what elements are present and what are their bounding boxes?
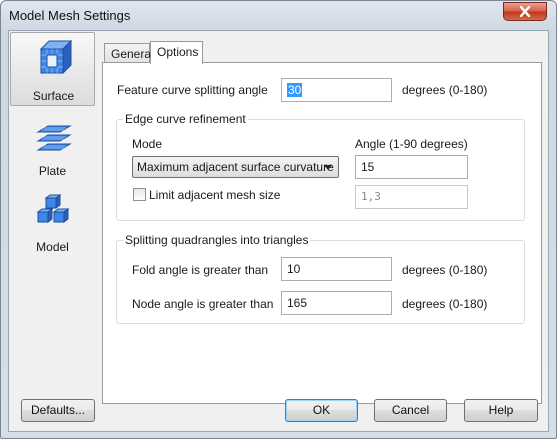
- node-angle-label: Node angle is greater than: [132, 297, 274, 311]
- tab-general[interactable]: General: [104, 43, 154, 64]
- limit-mesh-size-label: Limit adjacent mesh size: [149, 188, 281, 202]
- limit-mesh-size-input[interactable]: 1,3: [355, 185, 468, 209]
- cancel-button[interactable]: Cancel: [374, 399, 447, 422]
- plate-mesh-icon: [36, 122, 72, 158]
- angle-label: Angle (1-90 degrees): [355, 137, 468, 151]
- surface-mesh-icon: [37, 39, 73, 75]
- nav-label-plate: Plate: [38, 164, 67, 178]
- feature-curve-angle-input[interactable]: 30: [281, 78, 392, 102]
- help-button[interactable]: Help: [464, 399, 538, 422]
- fold-angle-label: Fold angle is greater than: [132, 263, 269, 277]
- mode-select[interactable]: Maximum adjacent surface curvature: [132, 156, 339, 178]
- mode-label: Mode: [132, 137, 163, 151]
- fold-angle-units: degrees (0-180): [402, 263, 488, 277]
- mode-select-value: Maximum adjacent surface curvature: [137, 160, 334, 174]
- splitting-title: Splitting quadrangles into triangles: [123, 233, 311, 247]
- nav-item-model[interactable]: Model: [10, 186, 95, 260]
- close-icon: [519, 6, 531, 17]
- limit-mesh-size-checkbox[interactable]: [133, 188, 146, 201]
- feature-curve-label: Feature curve splitting angle: [117, 83, 268, 97]
- feature-curve-units: degrees (0-180): [402, 83, 488, 97]
- dialog-body: Surface Plate Model General Options Feat…: [8, 30, 549, 432]
- ok-button[interactable]: OK: [285, 399, 358, 422]
- window-title: Model Mesh Settings: [9, 8, 131, 23]
- title-bar[interactable]: Model Mesh Settings: [1, 1, 556, 30]
- tab-options[interactable]: Options: [150, 41, 203, 64]
- feature-curve-angle-value: 30: [287, 83, 303, 97]
- nav-label-surface: Surface: [32, 89, 75, 103]
- nav-item-surface[interactable]: Surface: [10, 32, 95, 106]
- fold-angle-input[interactable]: 10: [281, 257, 392, 281]
- close-button[interactable]: [503, 2, 547, 21]
- dialog-window: Model Mesh Settings Surface Plate Model …: [0, 0, 557, 439]
- edge-refinement-title: Edge curve refinement: [123, 112, 248, 126]
- options-panel: Feature curve splitting angle 30 degrees…: [102, 62, 542, 404]
- nav-label-model: Model: [36, 240, 69, 254]
- chevron-down-icon: [324, 165, 332, 170]
- node-angle-units: degrees (0-180): [402, 297, 488, 311]
- defaults-button[interactable]: Defaults...: [21, 399, 95, 422]
- node-angle-input[interactable]: 165: [281, 291, 392, 315]
- nav-item-plate[interactable]: Plate: [10, 110, 95, 184]
- mesh-type-nav: Surface Plate Model: [10, 32, 95, 332]
- edge-angle-input[interactable]: 15: [355, 155, 468, 179]
- model-mesh-icon: [36, 194, 72, 230]
